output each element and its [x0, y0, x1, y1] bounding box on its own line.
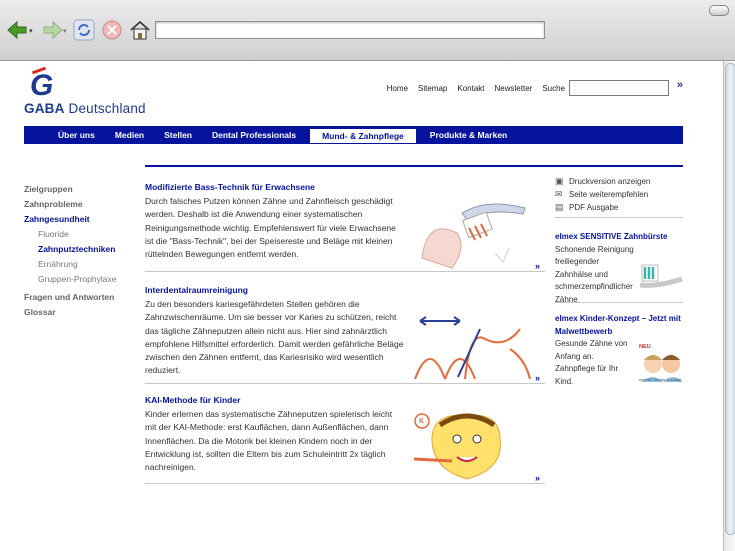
sidebar-nav: Zielgruppen Zahnprobleme Zahngesundheit … — [24, 182, 116, 320]
forward-menu-icon[interactable]: ▾ — [63, 27, 67, 35]
forward-arrow-icon[interactable] — [38, 16, 66, 44]
home-icon[interactable] — [126, 16, 154, 44]
sidebar-item-zahnprobleme[interactable]: Zahnprobleme — [24, 197, 116, 212]
nav-medien[interactable]: Medien — [105, 126, 154, 144]
search-go-button[interactable]: » — [677, 79, 683, 91]
logo-brand: GABA — [24, 101, 65, 116]
scrollbar-thumb[interactable] — [725, 63, 735, 535]
tool-print[interactable]: ▣ Druckversion anzeigen — [555, 175, 685, 188]
article-separator — [145, 271, 545, 272]
article-more-link[interactable]: » — [535, 261, 540, 271]
sidebar-item-gruppen-prophylaxe[interactable]: Gruppen-Prophylaxe — [24, 272, 116, 287]
tool-recommend[interactable]: ✉ Seite weiterempfehlen — [555, 188, 685, 201]
page-tools: ▣ Druckversion anzeigen ✉ Seite weiterempf… — [555, 175, 685, 214]
link-newsletter[interactable]: Newsletter — [495, 84, 533, 93]
top-links: Home Sitemap Kontakt Newsletter Suche — [387, 80, 669, 96]
right-separator — [555, 302, 683, 303]
sidebar-item-ernaehrung[interactable]: Ernährung — [24, 257, 116, 272]
address-bar[interactable] — [155, 21, 545, 39]
back-arrow-icon[interactable] — [4, 16, 32, 44]
teaser-title[interactable]: elmex SENSITIVE Zahnbürste — [555, 231, 685, 244]
nav-ueber-uns[interactable]: Über uns — [48, 126, 105, 144]
article-more-link[interactable]: » — [535, 373, 540, 383]
kai-child-illustration — [413, 413, 501, 480]
link-sitemap[interactable]: Sitemap — [418, 84, 447, 93]
sidebar-item-zielgruppen[interactable]: Zielgruppen — [24, 182, 116, 197]
article-body: Durch falsches Putzen können Zähne und Z… — [145, 196, 396, 260]
teaser-body: Schonende Reinigung freiliegender Zahnhä… — [555, 244, 634, 304]
tool-pdf[interactable]: ▤ PDF Ausgabe — [555, 201, 685, 214]
stop-icon[interactable] — [98, 16, 126, 44]
print-icon: ▣ — [555, 176, 564, 186]
right-separator — [555, 217, 683, 218]
vertical-scrollbar[interactable] — [723, 61, 735, 551]
teaser-body: Gesunde Zähne von Anfang an. Zahnpflege … — [555, 339, 628, 386]
sidebar-item-zahnputztechniken[interactable]: Zahnputztechniken — [24, 242, 116, 257]
article-title[interactable]: Interdentalraumreinigung — [145, 284, 545, 297]
logo-suffix: Deutschland — [68, 101, 146, 116]
search-input[interactable] — [569, 80, 669, 96]
article-body: Zu den besonders kariesgefährdeten Stell… — [145, 299, 404, 376]
link-kontakt[interactable]: Kontakt — [457, 84, 484, 93]
nav-stellen[interactable]: Stellen — [154, 126, 202, 144]
main-nav: Über uns Medien Stellen Dental Professio… — [24, 126, 683, 144]
article-more-link[interactable]: » — [535, 473, 540, 483]
gaba-logo-text[interactable]: GABA Deutschland — [24, 101, 146, 116]
toothbrush-illustration — [421, 203, 526, 269]
sidebar-item-fluoride[interactable]: Fluoride — [24, 227, 116, 242]
teaser-title[interactable]: elmex Kinder-Konzept – Jetzt mit Malwett… — [555, 313, 685, 338]
browser-toolbar: ▾ ▾ — [0, 0, 735, 61]
kinder-konzept-image: NEU elmex® Kinder-Konzept — [639, 344, 685, 384]
image-caption: elmex® Kinder-Konzept — [639, 377, 682, 382]
article-separator — [145, 383, 545, 384]
back-menu-icon[interactable]: ▾ — [29, 27, 33, 35]
web-page: G GABA Deutschland Home Sitemap Kontakt … — [0, 61, 723, 551]
article-body: Kinder erlernen das systematische Zähnep… — [145, 409, 393, 473]
tool-label: PDF Ausgabe — [569, 203, 619, 212]
toothbrush-product-image — [639, 264, 683, 288]
pdf-icon: ▤ — [555, 202, 564, 212]
nav-mund-zahnpflege[interactable]: Mund- & Zahnpflege — [310, 129, 416, 143]
article-title[interactable]: Modifizierte Bass-Technik für Erwachsene — [145, 181, 545, 194]
nav-dental-professionals[interactable]: Dental Professionals — [202, 126, 306, 144]
link-home[interactable]: Home — [387, 84, 408, 93]
gaba-logo-mark[interactable]: G — [30, 71, 53, 101]
email-icon: ✉ — [555, 189, 563, 199]
article-separator — [145, 483, 545, 484]
sidebar-item-zahngesundheit[interactable]: Zahngesundheit — [24, 212, 116, 227]
kai-k-label: K — [419, 418, 425, 425]
window-toggle-button[interactable] — [709, 5, 729, 16]
nav-produkte-marken[interactable]: Produkte & Marken — [420, 126, 517, 144]
tool-label: Druckversion anzeigen — [569, 177, 651, 186]
tool-label: Seite weiterempfehlen — [569, 190, 649, 199]
content-divider — [145, 165, 683, 167]
reload-icon[interactable] — [70, 16, 98, 44]
article-title[interactable]: KAI-Methode für Kinder — [145, 394, 545, 407]
interdental-illustration — [414, 316, 531, 380]
search-label: Suche — [542, 83, 565, 93]
sidebar-item-glossar[interactable]: Glossar — [24, 305, 116, 320]
sidebar-item-fragen[interactable]: Fragen und Antworten — [24, 290, 116, 305]
